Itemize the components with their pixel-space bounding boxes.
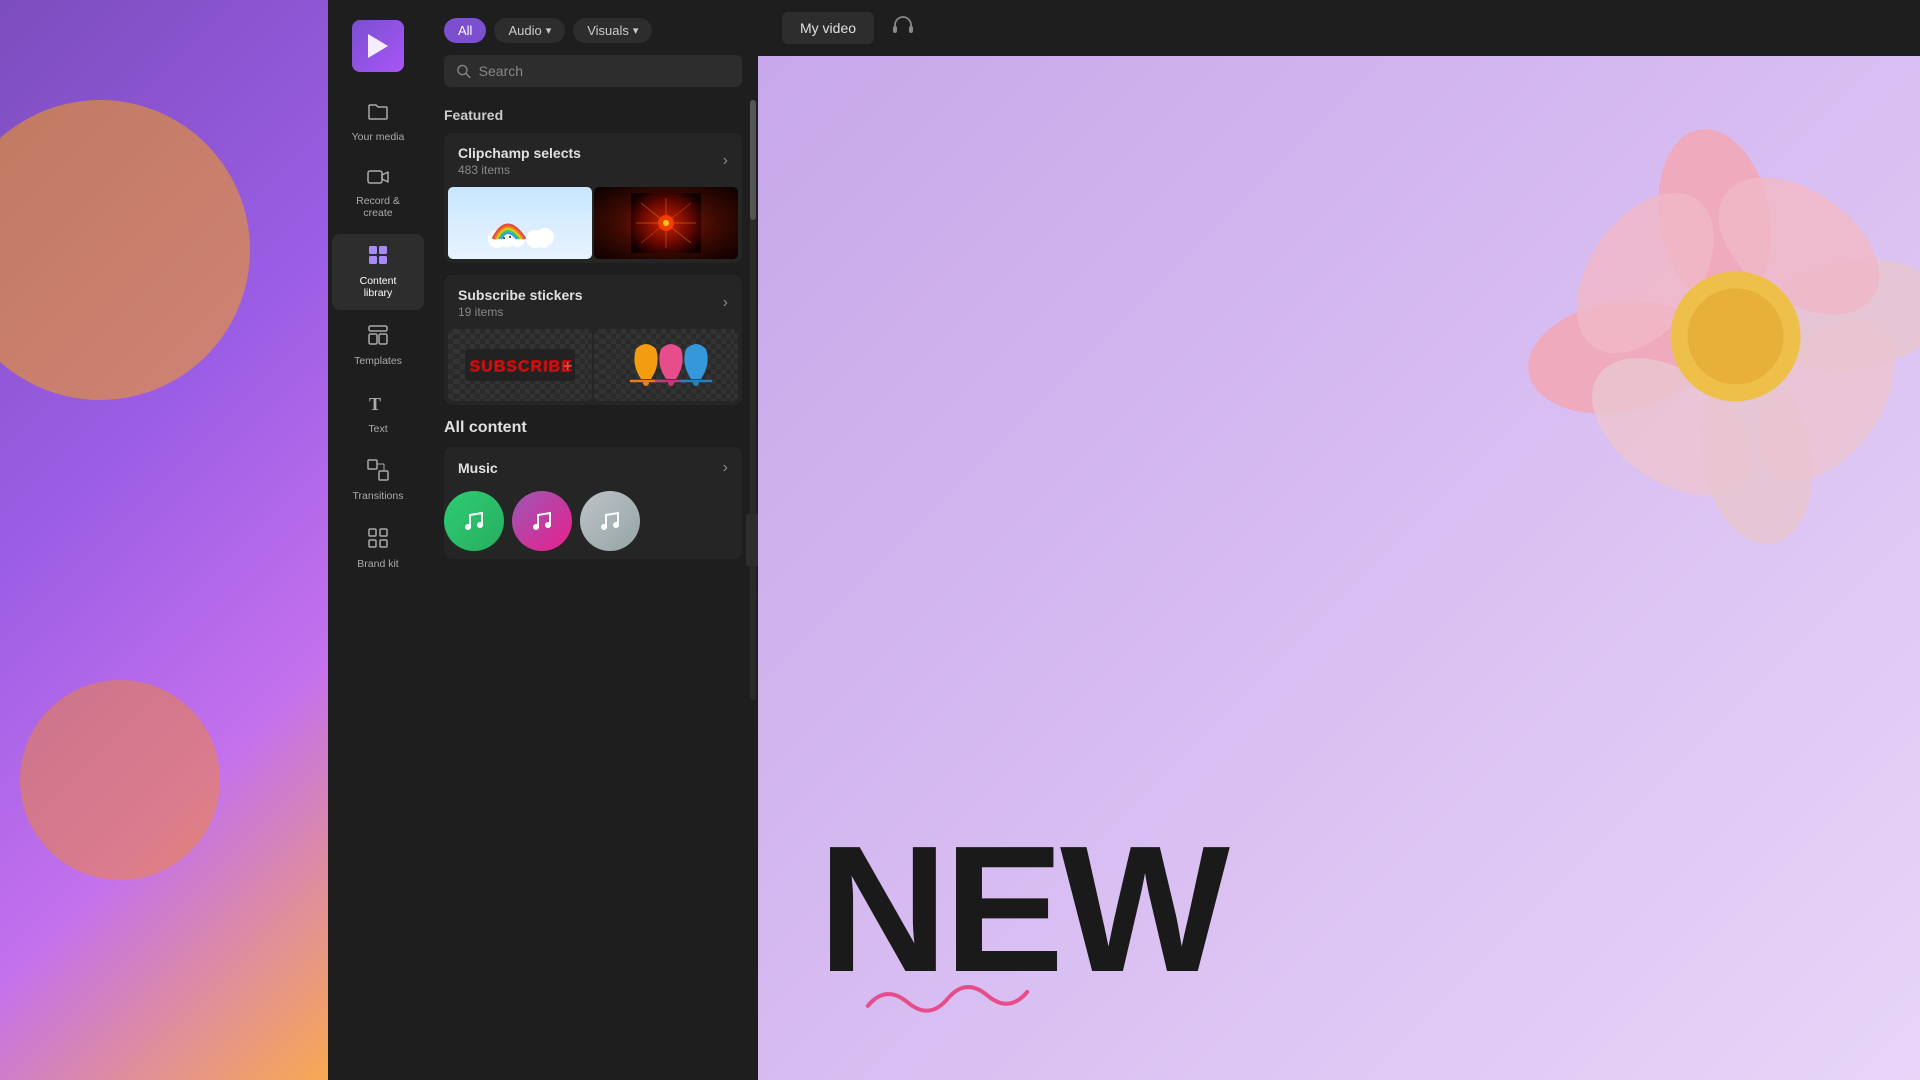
brand-kit-icon bbox=[367, 527, 389, 553]
sidebar-item-content-library[interactable]: Contentlibrary bbox=[332, 234, 424, 310]
thumbnail-bells bbox=[594, 329, 738, 401]
card-subtitle-subscribe-stickers: 19 items bbox=[458, 305, 583, 319]
sidebar: Your media Record &create bbox=[328, 0, 428, 1080]
sidebar-item-brand-kit[interactable]: Brand kit bbox=[332, 517, 424, 581]
templates-icon bbox=[367, 324, 389, 350]
search-bar bbox=[444, 55, 742, 87]
card-info: Clipchamp selects 483 items bbox=[458, 145, 581, 177]
card-thumbnails-subscribe-stickers: SUBSCRIBE + SUBSCRIBE bbox=[444, 329, 742, 405]
thumbnail-rainbow bbox=[448, 187, 592, 259]
text-icon: T bbox=[367, 392, 389, 418]
sidebar-item-templates[interactable]: Templates bbox=[332, 314, 424, 378]
video-record-icon bbox=[367, 168, 389, 190]
thumbnail-sparkle bbox=[594, 187, 738, 259]
thumbnail-rainbow-inner bbox=[485, 187, 555, 259]
svg-text:SUBSCRIBE: SUBSCRIBE bbox=[469, 359, 572, 376]
preview-canvas: NEW bbox=[758, 56, 1920, 1080]
thumbnail-sparkle-inner bbox=[594, 187, 738, 259]
card-arrow-music: › bbox=[723, 459, 728, 477]
content-scroll-area: Featured Clipchamp selects 483 items › bbox=[428, 99, 758, 1080]
card-header-subscribe-stickers: Subscribe stickers 19 items › bbox=[444, 275, 742, 329]
sidebar-item-record-create-label: Record &create bbox=[356, 195, 400, 220]
card-thumbnails-clipchamp-selects bbox=[444, 187, 742, 263]
preview-topbar: My video bbox=[758, 0, 1920, 56]
music-card[interactable]: Music › bbox=[444, 447, 742, 559]
clipchamp-selects-card[interactable]: Clipchamp selects 483 items › bbox=[444, 133, 742, 263]
sidebar-item-your-media[interactable]: Your media bbox=[332, 92, 424, 154]
folder-icon bbox=[367, 102, 389, 126]
card-title-clipchamp-selects: Clipchamp selects bbox=[458, 145, 581, 161]
video-title-button[interactable]: My video bbox=[782, 12, 874, 44]
collapse-panel-button[interactable]: ‹ bbox=[746, 514, 758, 566]
card-header-music: Music › bbox=[444, 447, 742, 487]
filter-visuals-button[interactable]: Visuals bbox=[573, 18, 652, 43]
music-icons bbox=[444, 487, 742, 559]
music-icon-green bbox=[444, 491, 504, 551]
card-arrow-clipchamp-selects: › bbox=[723, 152, 728, 170]
main-preview-area: My video bbox=[758, 0, 1920, 1080]
logo-icon bbox=[352, 20, 404, 72]
sidebar-item-text-label: Text bbox=[368, 423, 387, 436]
sidebar-item-brand-kit-label: Brand kit bbox=[357, 558, 398, 571]
thumbnail-subscribe: SUBSCRIBE + SUBSCRIBE bbox=[448, 329, 592, 401]
music-icon-gray bbox=[580, 491, 640, 551]
sidebar-item-text[interactable]: T Text bbox=[332, 382, 424, 446]
sidebar-item-your-media-label: Your media bbox=[352, 131, 405, 144]
preview-flower-decoration bbox=[1458, 58, 1920, 664]
card-header-clipchamp-selects: Clipchamp selects 483 items › bbox=[444, 133, 742, 187]
search-input[interactable] bbox=[479, 63, 730, 79]
card-info-subscribe: Subscribe stickers 19 items bbox=[458, 287, 583, 319]
card-arrow-subscribe-stickers: › bbox=[723, 294, 728, 312]
card-subtitle-clipchamp-selects: 483 items bbox=[458, 163, 581, 177]
filter-audio-button[interactable]: Audio bbox=[494, 18, 565, 43]
music-icon-purple bbox=[512, 491, 572, 551]
featured-section-title: Featured bbox=[444, 107, 742, 123]
sidebar-item-transitions-label: Transitions bbox=[353, 490, 404, 503]
content-panel: All Audio Visuals Featured Clipchamp sel… bbox=[428, 0, 758, 1080]
content-library-icon bbox=[367, 244, 389, 270]
headphone-icon[interactable] bbox=[890, 12, 916, 44]
transitions-icon bbox=[367, 459, 389, 485]
card-title-music: Music bbox=[458, 460, 498, 476]
svg-text:T: T bbox=[369, 394, 381, 414]
sidebar-item-templates-label: Templates bbox=[354, 355, 402, 368]
search-icon bbox=[456, 63, 471, 79]
filter-bar: All Audio Visuals bbox=[428, 0, 758, 55]
scrollbar-track[interactable] bbox=[750, 100, 756, 700]
card-info-music: Music bbox=[458, 460, 498, 476]
filter-all-button[interactable]: All bbox=[444, 18, 486, 43]
all-content-title: All content bbox=[444, 419, 742, 437]
sidebar-item-record-create[interactable]: Record &create bbox=[332, 158, 424, 230]
sidebar-item-content-library-label: Contentlibrary bbox=[360, 275, 397, 300]
preview-background: NEW bbox=[758, 56, 1920, 1080]
app-logo[interactable] bbox=[348, 16, 408, 76]
subscribe-stickers-card[interactable]: Subscribe stickers 19 items › bbox=[444, 275, 742, 405]
card-title-subscribe-stickers: Subscribe stickers bbox=[458, 287, 583, 303]
scrollbar-thumb bbox=[750, 100, 756, 220]
sidebar-item-transitions[interactable]: Transitions bbox=[332, 449, 424, 513]
